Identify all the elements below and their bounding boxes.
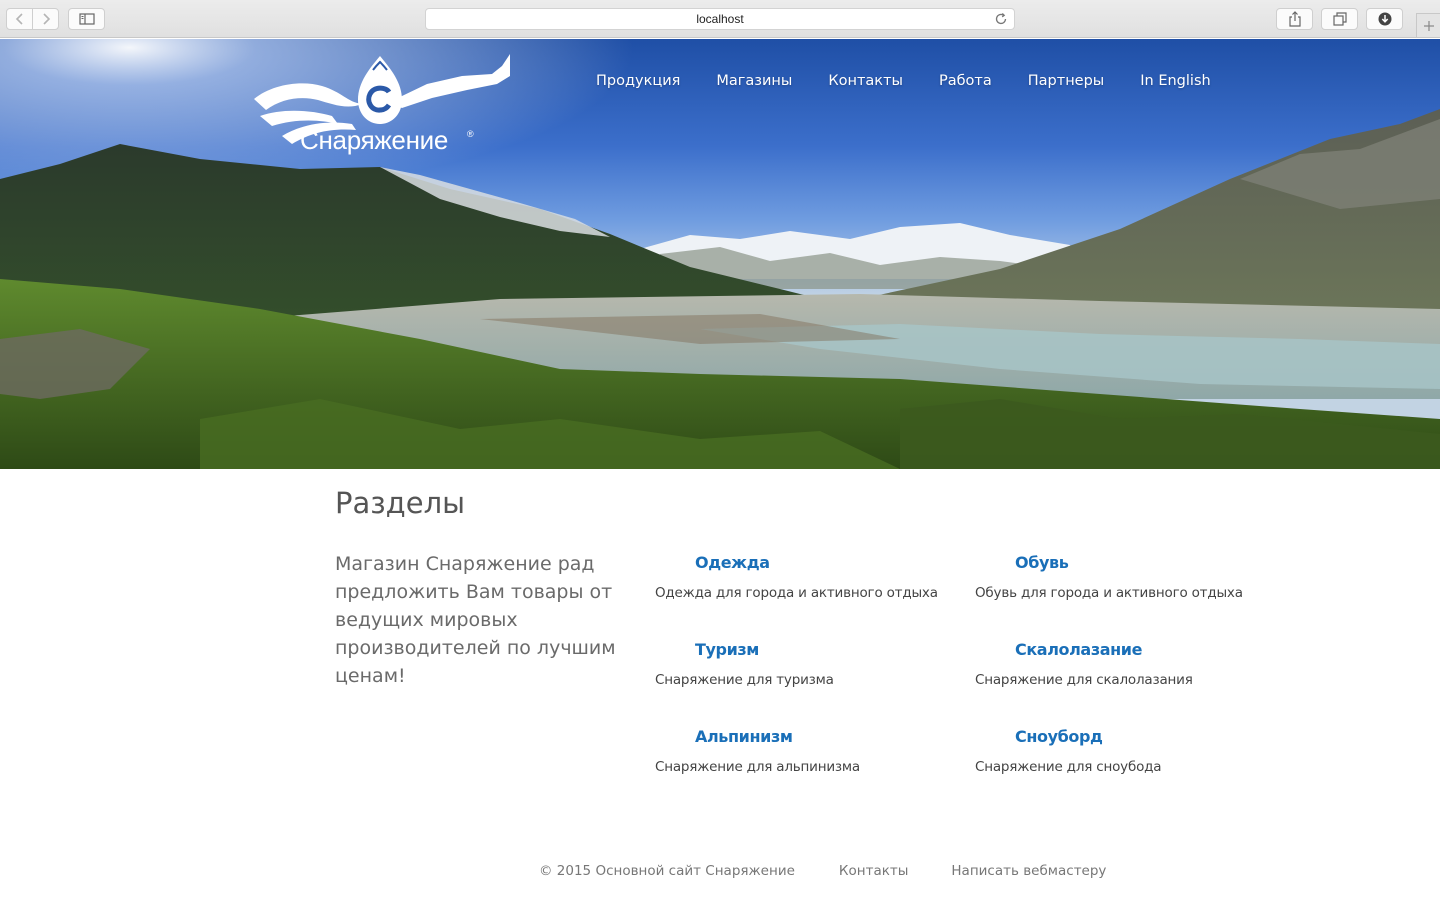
reload-icon[interactable]	[994, 12, 1008, 26]
section-tourism: Туризм Снаряжение для туризма	[655, 640, 945, 688]
section-link-mountaineering[interactable]: Альпинизм	[695, 727, 945, 746]
section-link-footwear[interactable]: Обувь	[1015, 553, 1265, 572]
hero-banner: Снаряжение ® Продукция Магазины Контакты…	[0, 39, 1440, 469]
footer-link-contacts[interactable]: Контакты	[839, 863, 908, 879]
address-text: localhost	[696, 12, 744, 26]
section-mountaineering: Альпинизм Снаряжение для альпинизма	[655, 727, 945, 775]
section-climbing: Скалолазание Снаряжение для скалолазания	[975, 640, 1265, 688]
main-nav: Продукция Магазины Контакты Работа Партн…	[596, 73, 1247, 89]
browser-toolbar: localhost	[0, 0, 1440, 38]
nav-item-in-english[interactable]: In English	[1140, 73, 1210, 89]
section-description: Снаряжение для сноубода	[975, 759, 1162, 775]
tabs-button[interactable]	[1321, 8, 1358, 30]
section-link-tourism[interactable]: Туризм	[695, 640, 945, 659]
forward-button[interactable]	[32, 8, 59, 30]
chevron-right-icon	[42, 13, 50, 25]
page-title: Разделы	[335, 486, 466, 520]
download-icon	[1378, 12, 1391, 26]
nav-item-jobs[interactable]: Работа	[939, 73, 992, 89]
section-description: Одежда для города и активного отдыха	[655, 585, 938, 601]
registered-mark: ®	[467, 129, 474, 139]
footer-copyright: © 2015 Основной сайт Снаряжение	[539, 863, 795, 879]
footer: © 2015 Основной сайт Снаряжение Контакты…	[539, 863, 1149, 879]
intro-text: Магазин Снаряжение рад предложить Вам то…	[335, 553, 616, 687]
footer-link-webmaster[interactable]: Написать вебмастеру	[951, 863, 1106, 879]
nav-item-contacts[interactable]: Контакты	[828, 73, 903, 89]
chevron-left-icon	[15, 13, 23, 25]
nav-item-partners[interactable]: Партнеры	[1028, 73, 1105, 89]
back-button[interactable]	[6, 8, 33, 30]
section-description: Снаряжение для альпинизма	[655, 759, 860, 775]
sidebar-icon	[78, 13, 95, 25]
section-snowboard: Сноуборд Снаряжение для сноубода	[975, 727, 1265, 775]
share-button[interactable]	[1276, 8, 1313, 30]
share-icon	[1288, 11, 1301, 27]
section-link-snowboard[interactable]: Сноуборд	[1015, 727, 1265, 746]
logo-text[interactable]: Снаряжение	[300, 125, 448, 156]
sidebar-toggle-button[interactable]	[68, 8, 105, 30]
section-description: Обувь для города и активного отдыха	[975, 585, 1243, 601]
section-link-clothing[interactable]: Одежда	[695, 553, 945, 572]
section-description: Снаряжение для скалолазания	[975, 672, 1193, 688]
section-link-climbing[interactable]: Скалолазание	[1015, 640, 1265, 659]
nav-item-products[interactable]: Продукция	[596, 73, 680, 89]
section-description: Снаряжение для туризма	[655, 672, 834, 688]
nav-item-stores[interactable]: Магазины	[716, 73, 792, 89]
plus-icon	[1423, 20, 1434, 31]
address-bar[interactable]: localhost	[425, 8, 1015, 30]
section-clothing: Одежда Одежда для города и активного отд…	[655, 553, 945, 601]
downloads-button[interactable]	[1366, 8, 1403, 30]
mountain-landscape-image	[0, 39, 1440, 469]
new-tab-button[interactable]	[1416, 13, 1440, 37]
section-footwear: Обувь Обувь для города и активного отдых…	[975, 553, 1265, 601]
tabs-icon	[1332, 12, 1347, 26]
